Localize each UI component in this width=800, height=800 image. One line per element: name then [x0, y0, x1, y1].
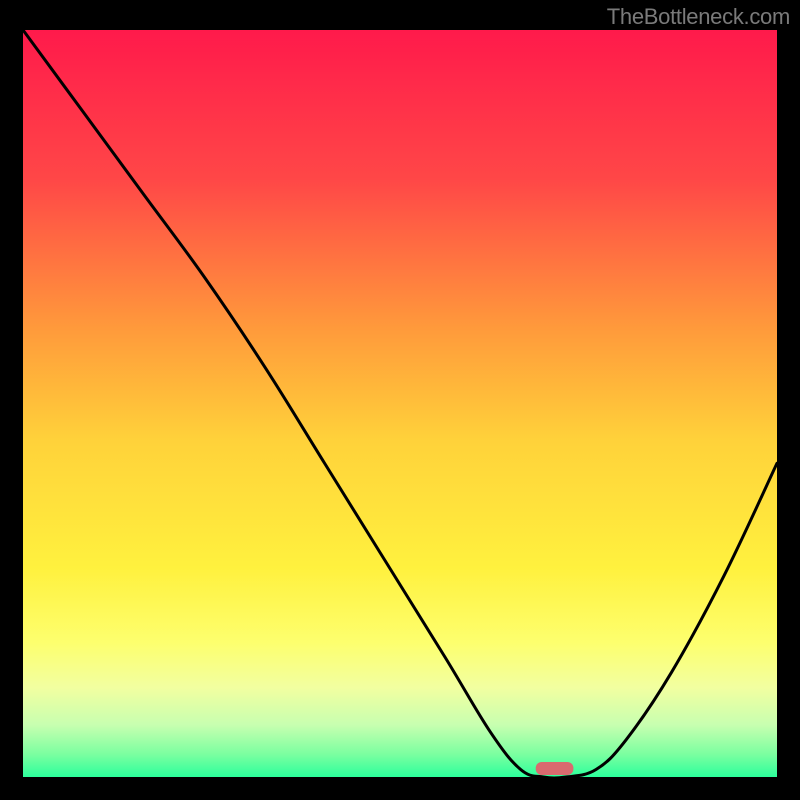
gradient-background	[23, 30, 777, 777]
optimal-marker	[536, 762, 574, 775]
attribution-label: TheBottleneck.com	[607, 4, 790, 30]
chart-frame: TheBottleneck.com	[0, 0, 800, 800]
bottleneck-chart	[23, 30, 777, 777]
plot-area	[23, 30, 777, 777]
